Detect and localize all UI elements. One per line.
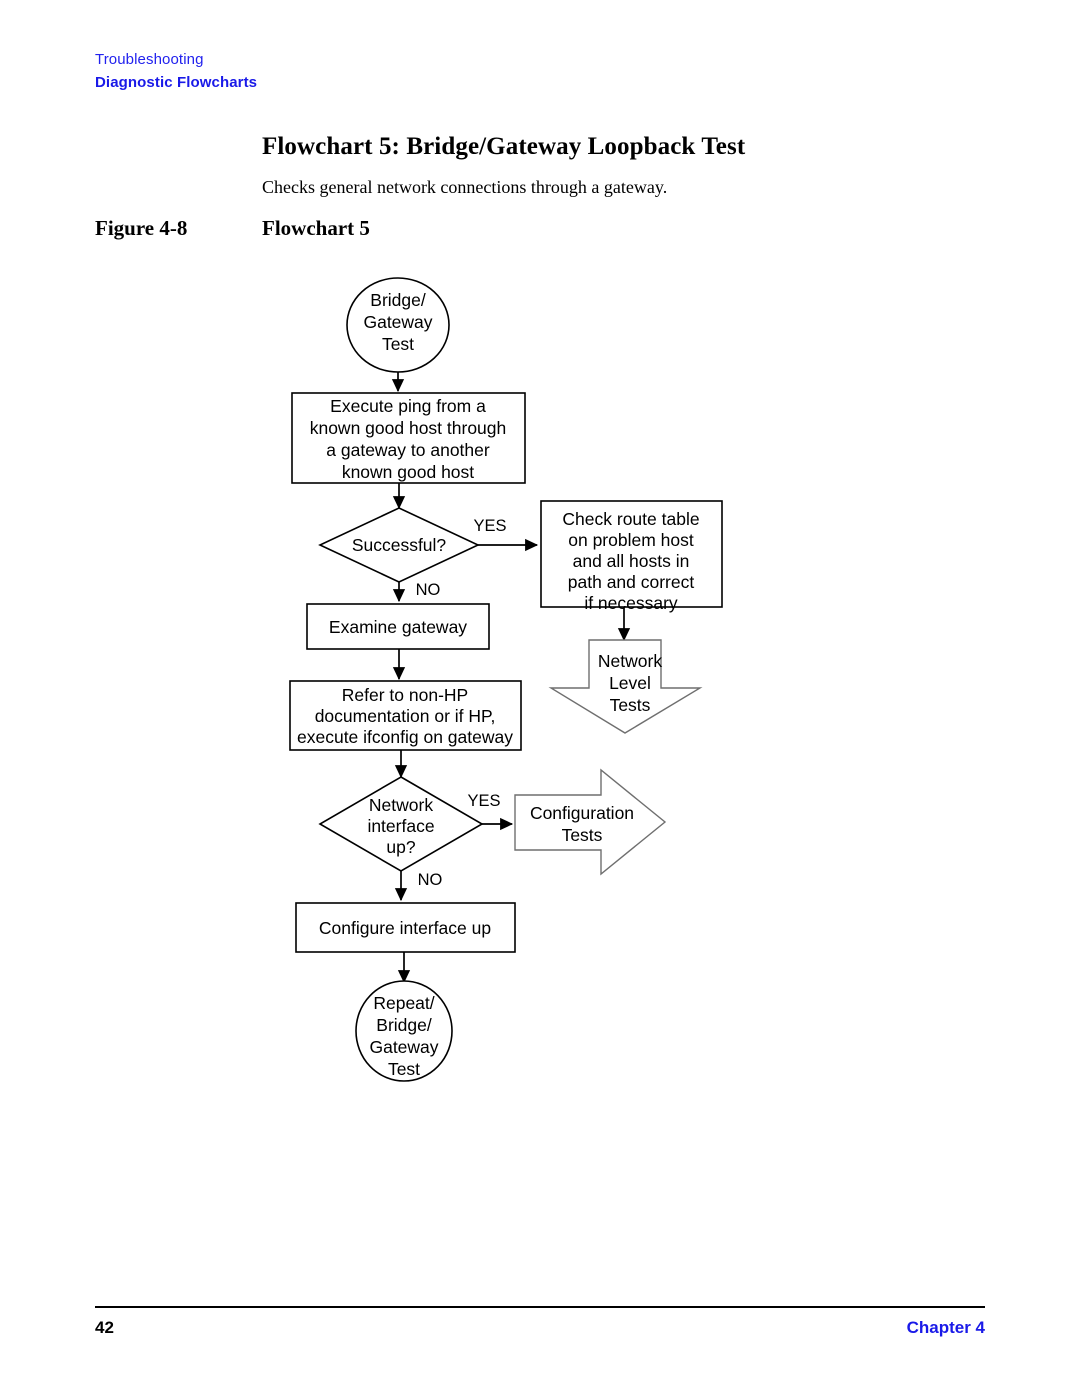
- node-configure-interface-up: Configure interface up: [295, 902, 516, 953]
- node-examine-gateway-label: Examine gateway: [329, 617, 467, 637]
- node-execute-ping: Execute ping from a known good host thro…: [291, 392, 526, 484]
- node-check-route-line-2: on problem host: [568, 530, 694, 550]
- node-network-level-line-1: Network: [598, 651, 662, 671]
- node-execute-ping-line-2: known good host through: [310, 418, 507, 438]
- node-check-route-line-1: Check route table: [562, 509, 699, 529]
- edge-label-yes-1: YES: [473, 517, 506, 535]
- node-check-route-line-4: path and correct: [568, 572, 695, 592]
- node-refer-line-2: documentation or if HP,: [315, 706, 496, 726]
- node-refer-line-1: Refer to non-HP: [342, 685, 468, 705]
- footer-divider: [95, 1306, 985, 1308]
- edge-label-no-1: NO: [416, 581, 441, 599]
- footer-page-number: 42: [95, 1318, 114, 1337]
- node-execute-ping-line-1: Execute ping from a: [330, 396, 486, 416]
- node-repeat-line-2: Bridge/: [376, 1015, 432, 1035]
- node-repeat-line-3: Gateway: [369, 1037, 438, 1057]
- node-start-line-1: Bridge/: [370, 290, 426, 310]
- flowchart-diagram: Bridge/ Gateway Test Execute ping from a…: [289, 277, 723, 1082]
- node-network-level-line-3: Tests: [610, 695, 651, 715]
- node-interface-up-line-1: Network: [369, 795, 433, 815]
- edge-label-yes-2: YES: [467, 792, 500, 810]
- node-interface-up-line-2: interface: [367, 816, 434, 836]
- node-successful-label: Successful?: [352, 535, 447, 555]
- node-examine-gateway: Examine gateway: [306, 603, 490, 650]
- document-page: Troubleshooting Diagnostic Flowcharts Fl…: [0, 0, 1080, 1397]
- node-configuration-tests: Configuration Tests: [514, 768, 667, 876]
- node-check-route-line-5: if necessary: [584, 593, 678, 613]
- node-refer-line-3: execute ifconfig on gateway: [297, 727, 513, 747]
- node-start-line-2: Gateway: [363, 312, 432, 332]
- node-execute-ping-line-4: known good host: [342, 462, 474, 482]
- edge-label-no-2: NO: [418, 871, 443, 889]
- footer-chapter-label: Chapter 4: [906, 1318, 985, 1337]
- node-repeat-line-4: Test: [388, 1059, 420, 1079]
- node-repeat-start: Repeat/ Bridge/ Gateway Test: [355, 980, 453, 1082]
- node-interface-up-decision: Network interface up?: [318, 776, 484, 872]
- node-check-route-line-3: and all hosts in: [573, 551, 690, 571]
- node-network-level-tests: Network Level Tests: [548, 639, 703, 734]
- node-network-level-line-2: Level: [609, 673, 651, 693]
- node-successful-decision: Successful?: [318, 507, 480, 583]
- node-execute-ping-line-3: a gateway to another: [326, 440, 490, 460]
- node-start: Bridge/ Gateway Test: [346, 277, 450, 373]
- node-configure-interface-up-label: Configure interface up: [319, 918, 491, 938]
- node-check-route-table: Check route table on problem host and al…: [540, 500, 723, 613]
- node-repeat-line-1: Repeat/: [373, 993, 434, 1013]
- node-start-line-3: Test: [382, 334, 414, 354]
- node-configuration-tests-line-2: Tests: [562, 825, 603, 845]
- node-interface-up-line-3: up?: [386, 837, 415, 857]
- node-configuration-tests-line-1: Configuration: [530, 803, 634, 823]
- node-refer-non-hp: Refer to non-HP documentation or if HP, …: [289, 680, 522, 751]
